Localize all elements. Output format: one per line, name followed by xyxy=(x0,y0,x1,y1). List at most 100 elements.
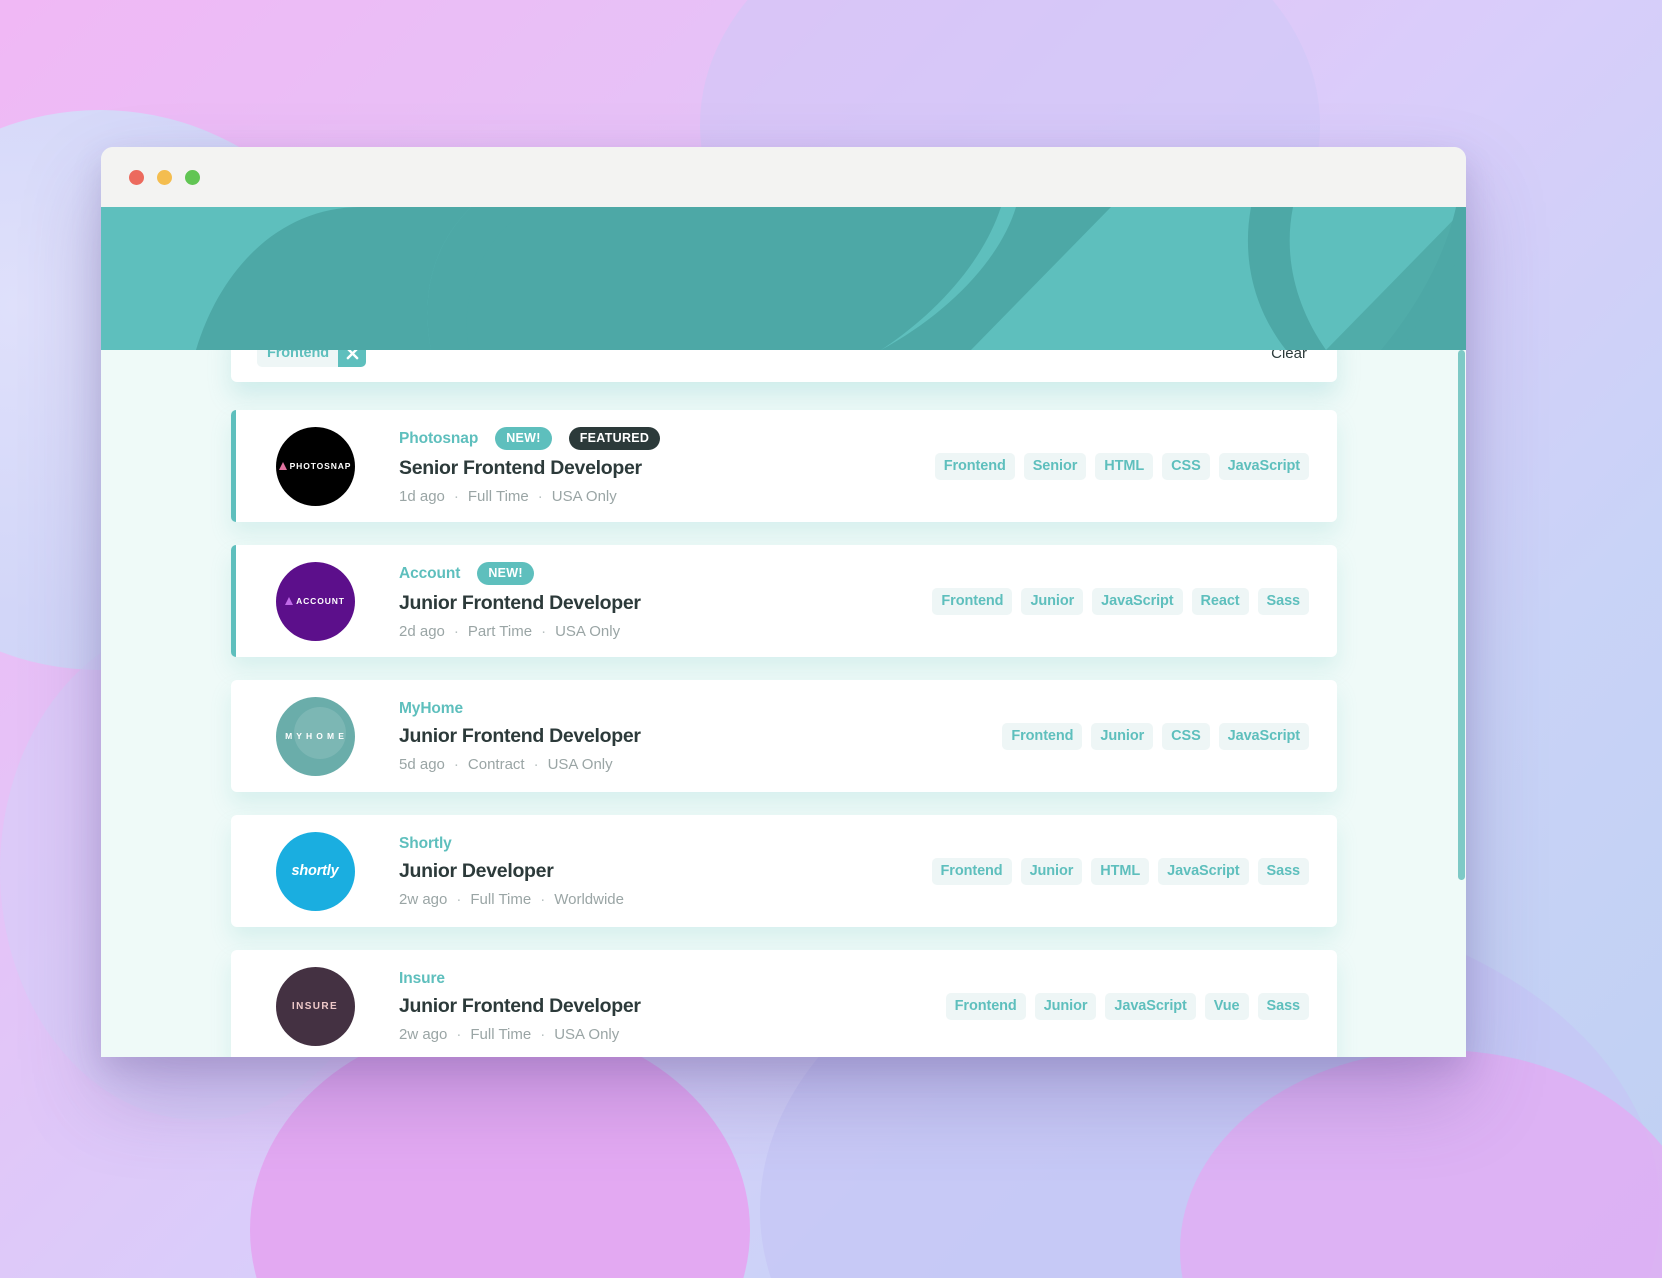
meta-separator: · xyxy=(453,488,459,505)
job-title[interactable]: Senior Frontend Developer xyxy=(399,457,935,480)
hero-header xyxy=(101,207,1466,350)
job-posted-at: 2w ago xyxy=(399,890,448,908)
job-location: Worldwide xyxy=(554,890,624,908)
job-info: Insure Junior Frontend Developer 2w ago … xyxy=(399,970,946,1043)
job-location: USA Only xyxy=(551,488,617,505)
job-meta-bottom: 2d ago · Part Time · USA Only xyxy=(399,623,932,640)
job-card[interactable]: PHOTOSNAP Photosnap NEW! FEATURED Senior… xyxy=(231,410,1337,522)
job-tag[interactable]: Frontend xyxy=(1002,722,1083,750)
job-tag[interactable]: CSS xyxy=(1162,452,1210,480)
job-meta-top: Photosnap NEW! FEATURED xyxy=(399,427,935,450)
job-meta-top: Shortly xyxy=(399,835,932,853)
meta-separator: · xyxy=(541,623,547,640)
company-logo-wrap: shortly xyxy=(231,831,399,911)
job-tag[interactable]: Frontend xyxy=(945,992,1026,1020)
job-tag[interactable]: JavaScript xyxy=(1105,992,1196,1020)
job-meta-bottom: 2w ago · Full Time · USA Only xyxy=(399,1026,946,1043)
job-meta-bottom: 2w ago · Full Time · Worldwide xyxy=(399,891,932,908)
job-tag[interactable]: Sass xyxy=(1257,587,1309,615)
job-posted-at: 2d ago xyxy=(399,623,445,640)
job-info: Photosnap NEW! FEATURED Senior Frontend … xyxy=(399,427,935,505)
job-title[interactable]: Junior Frontend Developer xyxy=(399,725,1002,748)
job-tag[interactable]: Vue xyxy=(1204,992,1249,1020)
minimize-window-button[interactable] xyxy=(157,169,172,185)
scrollbar-thumb[interactable] xyxy=(1458,350,1465,880)
company-name: Account xyxy=(399,564,461,582)
job-tag[interactable]: JavaScript xyxy=(1218,722,1309,750)
job-tag[interactable]: JavaScript xyxy=(1158,857,1249,885)
job-card[interactable]: ACCOUNT Account NEW! Junior Frontend Dev… xyxy=(231,545,1337,657)
job-contract: Part Time xyxy=(467,623,533,640)
insure-logo: INSURE xyxy=(275,966,355,1046)
company-logo-wrap: INSURE xyxy=(231,966,399,1046)
filter-chip-label: Frontend xyxy=(257,350,339,367)
job-card[interactable]: M Y H O M E MyHome Junior Frontend Devel… xyxy=(231,680,1337,792)
job-tag[interactable]: Sass xyxy=(1257,992,1309,1020)
close-window-button[interactable] xyxy=(129,169,144,185)
maximize-window-button[interactable] xyxy=(185,169,200,185)
status-badge-featured: FEATURED xyxy=(568,427,661,450)
meta-separator: · xyxy=(537,488,543,505)
company-logo-label: shortly xyxy=(291,863,339,879)
job-tag[interactable]: Junior xyxy=(1020,857,1083,885)
job-tag[interactable]: Frontend xyxy=(934,452,1015,480)
job-tag[interactable]: Frontend xyxy=(931,857,1012,885)
job-title[interactable]: Junior Frontend Developer xyxy=(399,995,946,1018)
job-tag[interactable]: Sass xyxy=(1257,857,1309,885)
job-card[interactable]: shortly Shortly Junior Developer 2w ago … xyxy=(231,815,1337,927)
job-contract: Full Time xyxy=(470,1025,532,1043)
meta-separator: · xyxy=(540,890,546,908)
job-info: MyHome Junior Frontend Developer 5d ago … xyxy=(399,700,1002,773)
job-meta-top: Account NEW! xyxy=(399,562,932,585)
status-badge-new: NEW! xyxy=(495,427,552,450)
clear-filters-button[interactable]: Clear xyxy=(1269,350,1309,364)
company-logo-label: M Y H O M E xyxy=(285,731,345,741)
browser-window: Frontend Clear PHOTOSNAP Photosnap NEW! … xyxy=(101,147,1466,1057)
job-contract: Contract xyxy=(467,755,525,773)
job-tag[interactable]: Junior xyxy=(1021,587,1084,615)
job-tag[interactable]: JavaScript xyxy=(1092,587,1183,615)
company-name: Photosnap xyxy=(399,429,479,447)
job-tag-list: Frontend Senior HTML CSS JavaScript xyxy=(934,452,1309,480)
meta-separator: · xyxy=(456,1025,462,1043)
page-body: Frontend Clear PHOTOSNAP Photosnap NEW! … xyxy=(101,350,1466,1057)
job-info: Account NEW! Junior Frontend Developer 2… xyxy=(399,562,932,640)
job-title[interactable]: Junior Developer xyxy=(399,860,932,883)
company-name: Shortly xyxy=(399,834,452,852)
job-title[interactable]: Junior Frontend Developer xyxy=(399,592,932,615)
desktop-background: Frontend Clear PHOTOSNAP Photosnap NEW! … xyxy=(0,0,1662,1278)
job-tag[interactable]: Junior xyxy=(1091,722,1154,750)
job-tag-list: Frontend Junior JavaScript React Sass xyxy=(932,587,1309,615)
shortly-logo: shortly xyxy=(275,831,355,911)
company-name: MyHome xyxy=(399,699,463,717)
window-titlebar xyxy=(101,147,1466,207)
job-posted-at: 1d ago xyxy=(399,488,445,505)
close-icon[interactable] xyxy=(338,350,367,367)
job-tag[interactable]: HTML xyxy=(1091,857,1150,885)
job-meta-top: MyHome xyxy=(399,700,1002,718)
job-tag[interactable]: HTML xyxy=(1095,452,1154,480)
meta-separator: · xyxy=(540,1025,546,1043)
company-name: Insure xyxy=(399,969,445,987)
meta-separator: · xyxy=(453,755,459,773)
job-card[interactable]: INSURE Insure Junior Frontend Developer … xyxy=(231,950,1337,1057)
myhome-logo: M Y H O M E xyxy=(275,696,355,776)
filter-bar: Frontend Clear xyxy=(231,350,1337,382)
hero-pattern-icon xyxy=(101,207,1466,350)
scrollbar[interactable] xyxy=(1457,350,1466,1057)
job-contract: Full Time xyxy=(467,488,529,505)
account-logo: ACCOUNT xyxy=(275,561,355,641)
job-tag[interactable]: CSS xyxy=(1162,722,1210,750)
status-badge-new: NEW! xyxy=(477,562,534,585)
job-location: USA Only xyxy=(554,1025,620,1043)
company-logo-label: ACCOUNT xyxy=(296,596,345,606)
job-tag[interactable]: Junior xyxy=(1034,992,1097,1020)
company-logo-wrap: ACCOUNT xyxy=(231,561,399,641)
filter-chip-frontend: Frontend xyxy=(257,350,367,367)
job-meta-bottom: 5d ago · Contract · USA Only xyxy=(399,756,1002,773)
job-tag[interactable]: Senior xyxy=(1023,452,1087,480)
job-tag[interactable]: Frontend xyxy=(932,587,1013,615)
job-tag[interactable]: JavaScript xyxy=(1218,452,1309,480)
job-tag-list: Frontend Junior HTML JavaScript Sass xyxy=(931,857,1309,885)
job-tag[interactable]: React xyxy=(1191,587,1249,615)
